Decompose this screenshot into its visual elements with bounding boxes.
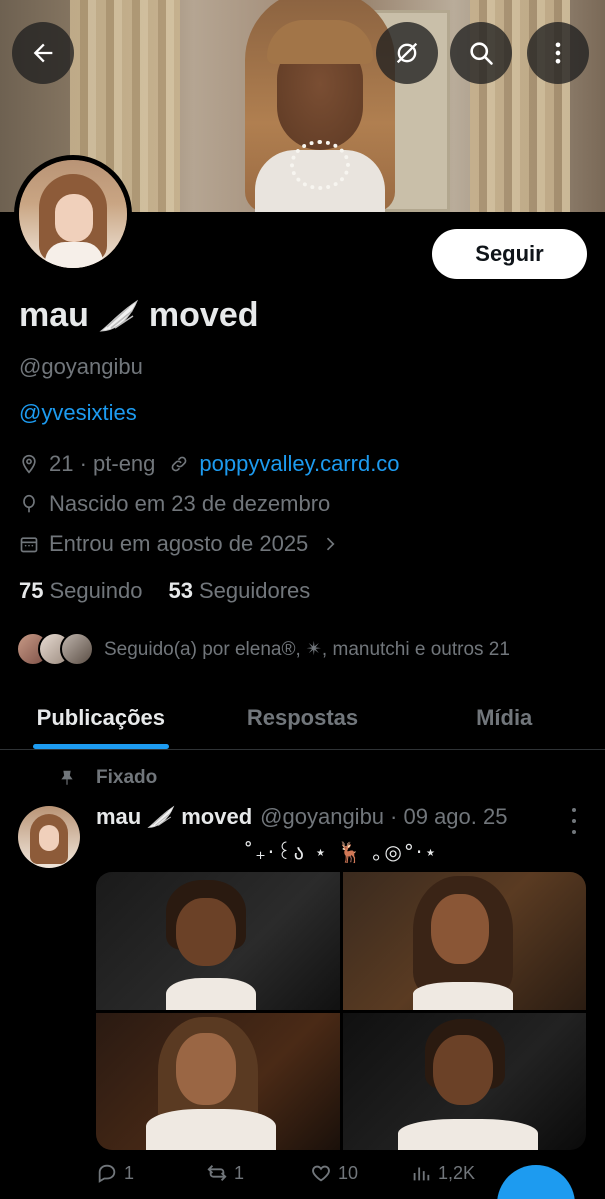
followed-by-row[interactable]: Seguido(a) por elena®, ✴︎, manutchi e ou… <box>16 632 510 666</box>
follow-counts: 75 Seguindo 53 Seguidores <box>19 578 310 604</box>
post-date: · 09 ago. 25 <box>390 804 508 829</box>
post-photo[interactable] <box>96 872 340 1010</box>
more-vertical-icon <box>555 42 561 64</box>
birthday-text: Nascido em 23 de dezembro <box>49 491 331 516</box>
location-row: 21 · pt-eng poppyvalley.carrd.co <box>19 451 400 477</box>
post-text: ˚₊‧꒰ა ⋆ 🦌 ｡◎°‧⋆ <box>243 840 439 864</box>
post-more-button[interactable] <box>566 808 582 834</box>
follow-button[interactable]: Seguir <box>432 229 587 279</box>
like-button[interactable]: 10 <box>310 1162 410 1184</box>
profile-avatar[interactable] <box>14 155 132 273</box>
post-author-avatar[interactable] <box>18 806 80 868</box>
post-photo[interactable] <box>342 872 586 1010</box>
tab-publicacoes[interactable]: Publicações <box>0 686 202 749</box>
mute-button[interactable] <box>376 22 438 84</box>
post-photo[interactable] <box>342 1012 586 1150</box>
repost-icon <box>207 1165 227 1181</box>
wing-emoji-icon <box>99 299 138 332</box>
post-header: mau moved @goyangibu · 09 ago. 25 <box>96 804 507 830</box>
post-author-name[interactable]: mau moved <box>96 804 252 830</box>
post-photo[interactable] <box>96 1012 340 1150</box>
arrow-left-icon <box>33 43 53 63</box>
profile-handle: @goyangibu <box>19 354 143 379</box>
pin-icon <box>61 770 73 785</box>
avatar <box>60 632 94 666</box>
back-button[interactable] <box>12 22 74 84</box>
wing-emoji-icon <box>147 805 175 828</box>
link-icon <box>172 456 187 472</box>
tab-midia[interactable]: Mídia <box>403 686 605 749</box>
views-button[interactable]: 1,2K <box>410 1162 475 1184</box>
reply-icon <box>98 1164 116 1183</box>
post-media-grid <box>96 872 586 1150</box>
mute-icon <box>396 42 418 64</box>
chevron-right-icon <box>327 537 335 551</box>
birthday-row: Nascido em 23 de dezembro <box>19 491 330 517</box>
post-author-handle: @goyangibu <box>260 804 385 829</box>
search-button[interactable] <box>450 22 512 84</box>
tab-respostas[interactable]: Respostas <box>202 686 404 749</box>
pinned-indicator: Fixado <box>58 767 157 789</box>
display-name: mau moved <box>19 296 259 334</box>
heart-icon <box>312 1165 330 1182</box>
followers-count-link[interactable]: 53 Seguidores <box>168 578 310 604</box>
followed-by-text: Seguido(a) por elena®, ✴︎, manutchi e ou… <box>104 638 510 660</box>
views-chart-icon <box>413 1167 430 1181</box>
search-icon <box>470 42 493 65</box>
joined-text: Entrou em agosto de 2025 <box>49 531 309 556</box>
bio-mention-link[interactable]: @yvesixties <box>19 400 137 426</box>
website-link[interactable]: poppyvalley.carrd.co <box>199 451 399 477</box>
joined-row[interactable]: Entrou em agosto de 2025 <box>19 531 340 557</box>
profile-tabs: Publicações Respostas Mídia <box>0 686 605 750</box>
repost-button[interactable]: 1 <box>206 1162 310 1184</box>
following-count-link[interactable]: 75 Seguindo <box>19 578 142 604</box>
balloon-icon <box>23 494 35 513</box>
reply-button[interactable]: 1 <box>96 1162 206 1184</box>
avatar <box>19 160 127 268</box>
location-text: 21 · pt-eng <box>49 451 156 476</box>
calendar-icon <box>20 537 38 553</box>
location-pin-icon <box>22 454 36 474</box>
more-button[interactable] <box>527 22 589 84</box>
